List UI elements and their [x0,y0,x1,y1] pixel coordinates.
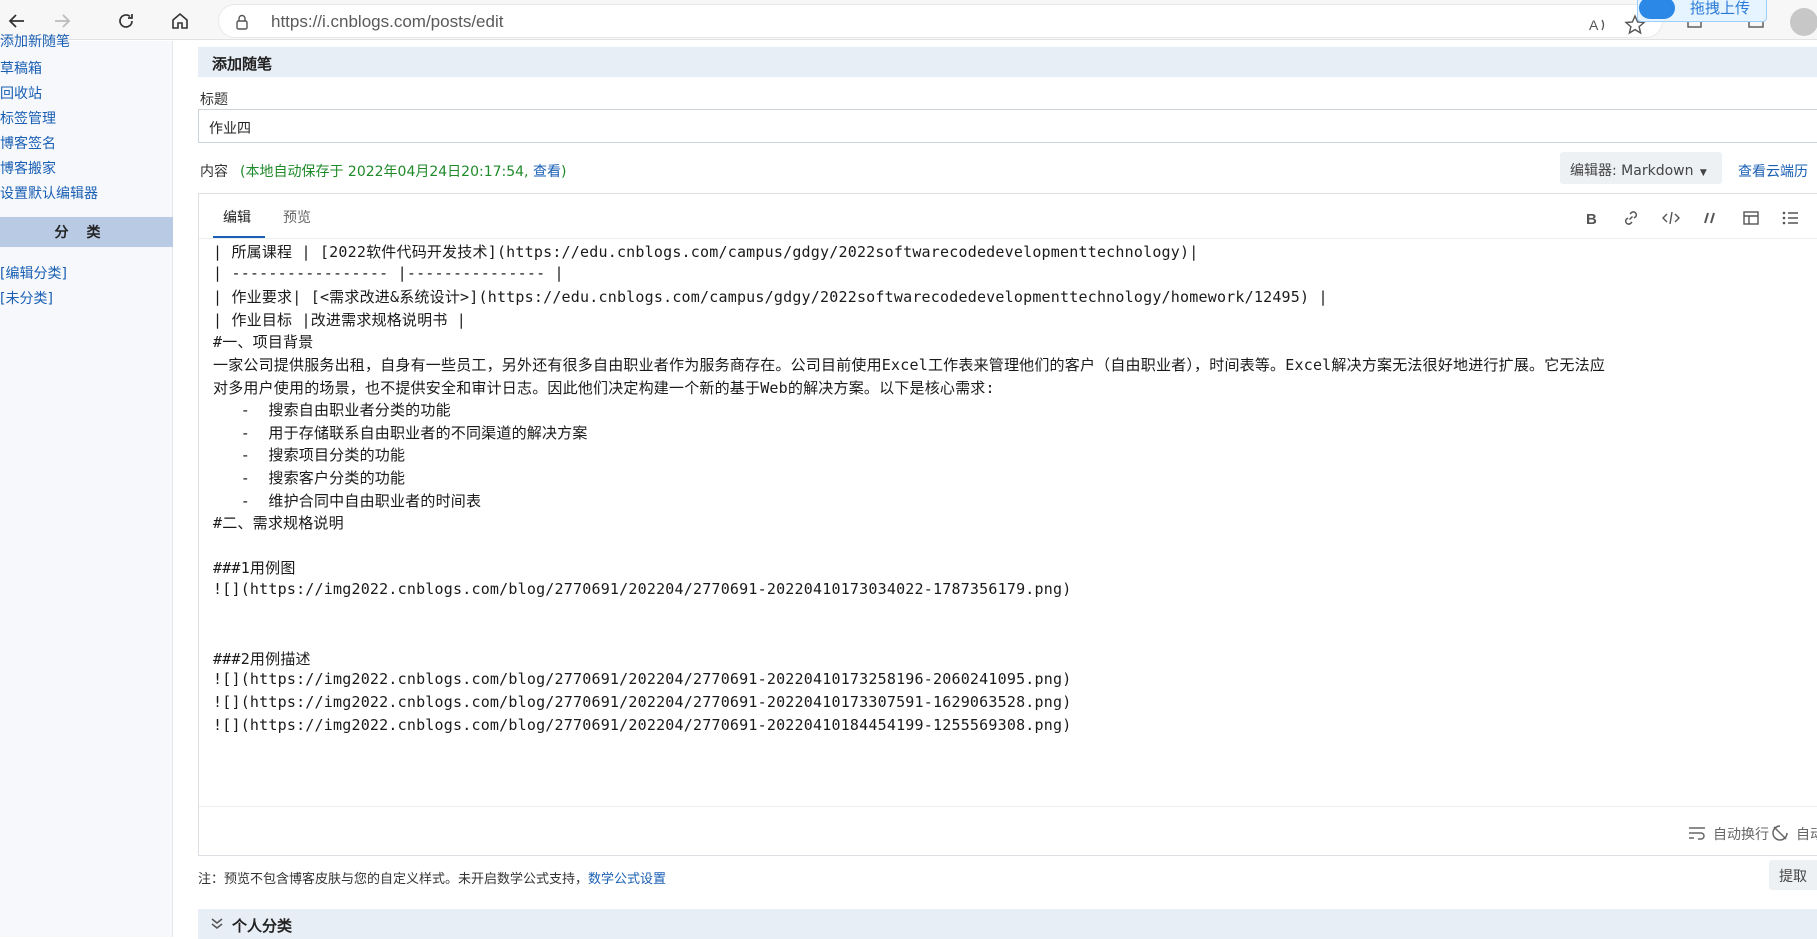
code-button[interactable] [1660,207,1682,229]
editor-tabs: 编辑 预览 B [199,194,1817,238]
markdown-line: ![](https://img2022.cnblogs.com/blog/277… [213,670,1072,689]
autosave-close-paren: ) [560,164,567,180]
quote-icon [1704,212,1715,224]
table-button[interactable] [1740,207,1762,229]
markdown-line: #二、需求规格说明 [213,514,344,533]
tab-edit[interactable]: 编辑 [223,207,251,227]
cloud-upload-icon [1639,0,1675,19]
svg-text:B: B [1586,211,1597,227]
tab-preview[interactable]: 预览 [283,207,311,227]
editor-mode-dropdown[interactable]: 编辑器: Markdown ▼ [1560,152,1722,184]
markdown-line: | ----------------- |--------------- | [213,263,564,282]
address-bar[interactable]: https://i.cnblogs.com/posts/edit A [218,4,1663,38]
back-arrow-icon [8,14,24,28]
autosave-view-link[interactable]: 查看 [533,164,561,180]
code-icon [1662,211,1680,225]
markdown-line: | 所属课程 | [2022软件代码开发技术](https://edu.cnbl… [213,243,1199,261]
forward-arrow-icon [55,14,71,28]
markdown-line: - 维护合同中自由职业者的时间表 [213,491,482,510]
markdown-line: #一、项目背景 [213,333,314,352]
preview-note-text: 注：预览不包含博客皮肤与您的自定义样式。未开启数学公式支持， [198,872,589,887]
reload-icon [119,14,133,28]
markdown-line: 对多用户使用的场景，也不提供安全和审计日志。因此他们决定构建一个新的基于Web的… [213,378,995,397]
personal-category-title: 个人分类 [232,917,293,935]
title-label: 标题 [200,92,228,108]
main-content: 添加随笔 标题 作业四 内容 (本地自动保存于 2022年04月24日20:17… [174,41,1817,939]
url-text: https://i.cnblogs.com/posts/edit [271,12,504,31]
drag-upload-label: 拖拽上传 [1690,0,1751,17]
sidebar-item-uncategorized[interactable]: [未分类] [0,288,53,308]
svg-text:A: A [1589,17,1599,33]
table-icon [1743,211,1759,225]
fetch-button[interactable]: 提取 [1769,860,1817,890]
autosave-status: (本地自动保存于 2022年04月24日20:17:54, 查看) [240,161,566,181]
markdown-line: | 作业目标 |改进需求规格说明书 | [213,310,466,329]
quote-button[interactable] [1700,207,1722,229]
markdown-line: - 搜索自由职业者分类的功能 [213,401,451,420]
sidebar-item-drafts[interactable]: 草稿箱 [0,58,42,78]
sidebar: 添加新随笔 草稿箱 回收站 标签管理 博客签名 博客搬家 设置默认编辑器 分类 … [0,34,173,937]
editor-mode-label: 编辑器: Markdown [1570,163,1694,179]
sidebar-item-edit-category[interactable]: [编辑分类] [0,263,67,283]
preview-note: 注：预览不包含博客皮肤与您的自定义样式。未开启数学公式支持，数学公式设置 [198,868,666,887]
avatar[interactable] [1790,8,1817,36]
bold-button[interactable]: B [1580,207,1602,229]
editor-status-bar: 自动换行 自动 [199,806,1817,856]
content-label: 内容 [200,164,228,180]
markdown-line: - 搜索客户分类的功能 [213,469,406,487]
markdown-line: ![](https://img2022.cnblogs.com/blog/277… [213,715,1072,734]
markdown-line: ![](https://img2022.cnblogs.com/blog/277… [213,693,1072,711]
word-wrap-label[interactable]: 自动换行 [1713,824,1769,844]
section-header: 添加随笔 [198,47,1817,77]
caret-down-icon: ▼ [1699,168,1707,178]
math-settings-link[interactable]: 数学公式设置 [588,872,666,887]
markdown-line: ###2用例描述 [213,649,311,668]
lock-icon [236,14,248,30]
category-header: 分类 [0,217,173,247]
markdown-line: - 用于存储联系自由职业者的不同渠道的解决方案 [213,423,588,442]
title-input[interactable]: 作业四 [198,109,1817,143]
unordered-list-icon [1782,211,1798,225]
sidebar-item-migrate[interactable]: 博客搬家 [0,158,56,178]
markdown-line: - 搜索项目分类的功能 [213,446,406,465]
sidebar-item-new-post[interactable]: 添加新随笔 [0,31,70,51]
autosave-text: (本地自动保存于 2022年04月24日20:17:54, [240,164,529,180]
word-wrap-icon[interactable] [1687,823,1707,843]
browser-toolbar: https://i.cnblogs.com/posts/edit A 拖拽上传 [0,0,1817,40]
drag-upload-badge[interactable]: 拖拽上传 [1637,0,1767,22]
double-chevron-down-icon [211,918,223,929]
read-aloud-icon[interactable]: A [1587,14,1609,36]
markdown-editor: 编辑 预览 B | 所属课程 | [2022软件代码开发技术](https://… [198,193,1817,856]
bold-icon: B [1586,211,1597,227]
sidebar-item-default-editor[interactable]: 设置默认编辑器 [0,183,98,203]
markdown-textarea[interactable]: | 所属课程 | [2022软件代码开发技术](https://edu.cnbl… [199,238,1817,806]
sidebar-item-tags[interactable]: 标签管理 [0,108,56,128]
home-icon [172,12,188,29]
markdown-line: | 作业要求| [<需求改进&系统设计>](https://edu.cnblog… [213,288,1328,307]
home-button[interactable] [166,7,194,35]
markdown-line: ###1用例图 [213,559,296,578]
markdown-line: 一家公司提供服务出租，自身有一些员工，另外还有很多自由职业者作为服务商存在。公司… [213,356,1606,374]
reload-button[interactable] [112,7,140,35]
auto-sync-icon[interactable] [1770,823,1790,843]
section-title: 添加随笔 [212,55,273,73]
unordered-list-button[interactable] [1779,207,1801,229]
link-icon [1624,211,1638,225]
auto-sync-label[interactable]: 自动 [1796,824,1817,844]
personal-category-section[interactable]: 个人分类 [198,909,1817,939]
markdown-line: ![](https://img2022.cnblogs.com/blog/277… [213,580,1072,598]
cloud-history-link[interactable]: 查看云端历 [1738,161,1808,181]
sidebar-item-recycle[interactable]: 回收站 [0,83,42,103]
link-button[interactable] [1620,207,1642,229]
sidebar-item-signature[interactable]: 博客签名 [0,133,56,153]
